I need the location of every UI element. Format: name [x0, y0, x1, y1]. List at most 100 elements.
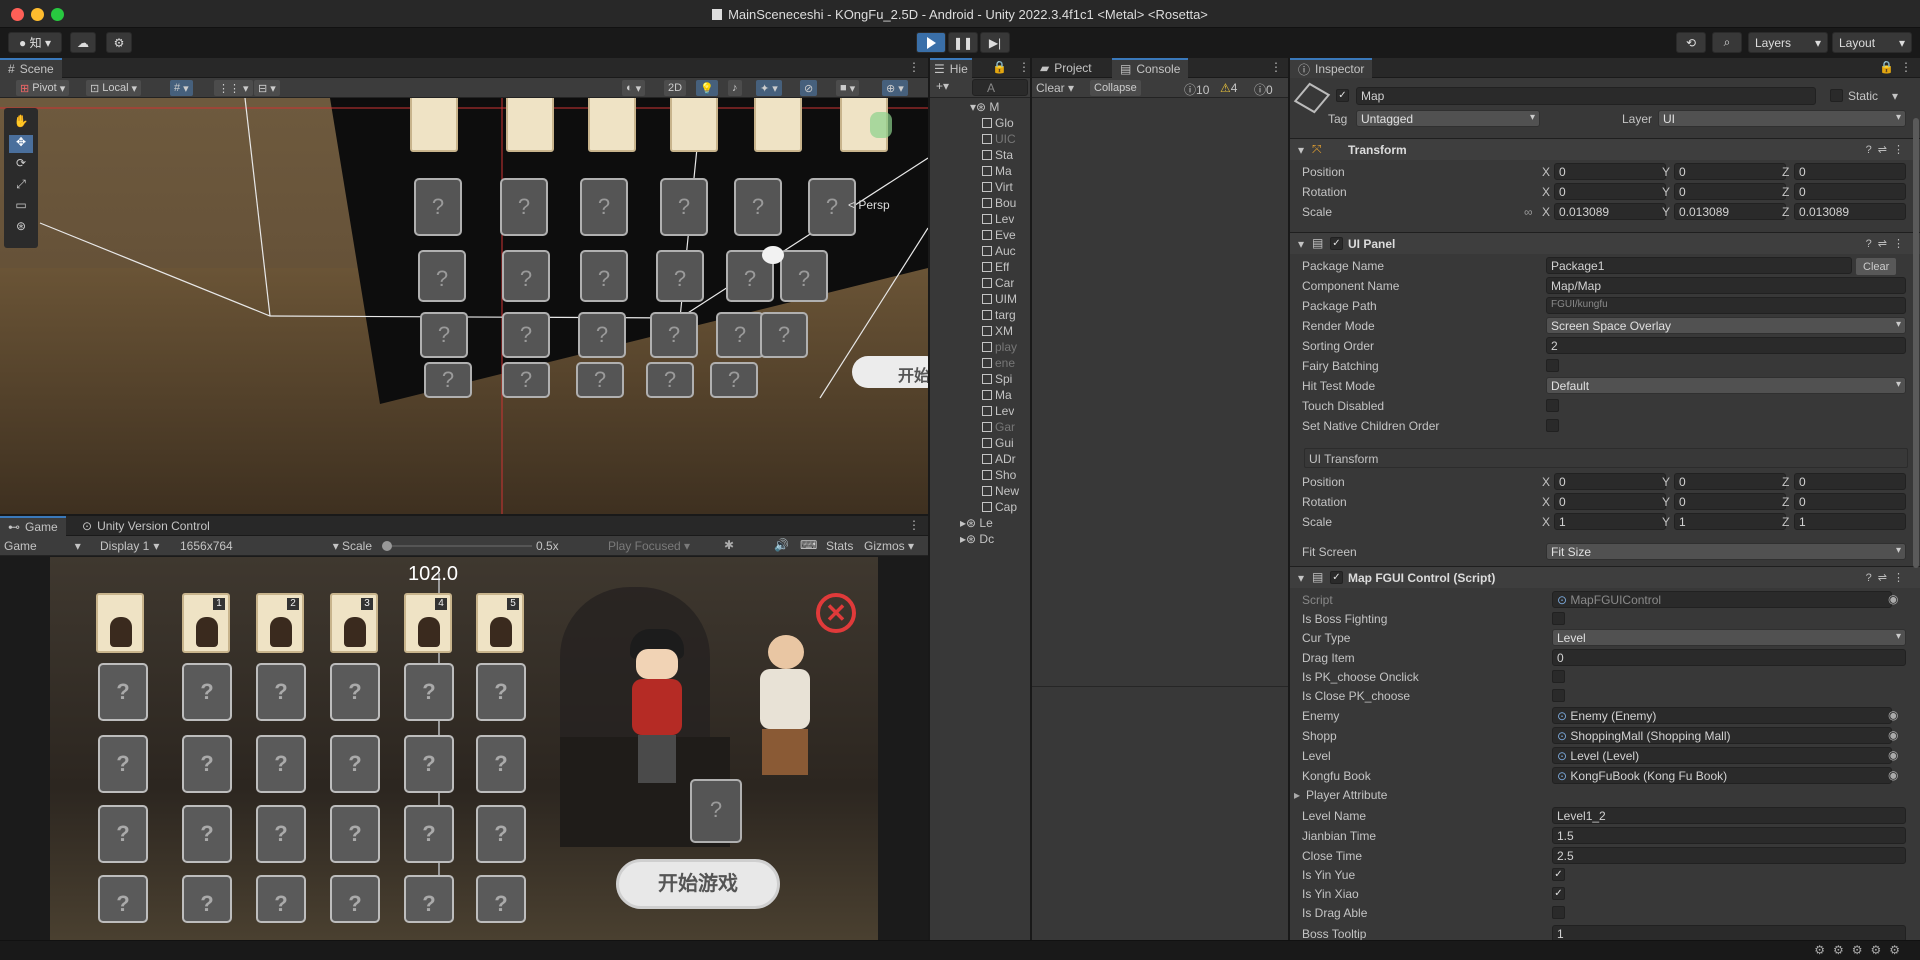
- component-header-icons[interactable]: ?⇌⋮: [1866, 571, 1910, 584]
- tab-project[interactable]: ▰ Project: [1032, 58, 1100, 78]
- text-field[interactable]: 1: [1552, 925, 1906, 940]
- skill-card[interactable]: 2: [256, 593, 304, 653]
- card-slot[interactable]: ?: [404, 663, 454, 721]
- game-view-dropdown[interactable]: Game ▾: [4, 539, 81, 553]
- vector-component-field[interactable]: 0: [1554, 163, 1666, 180]
- hierarchy-item[interactable]: Cap: [982, 500, 1017, 516]
- draw-mode-button[interactable]: ◐ ▾: [622, 80, 646, 96]
- checkbox[interactable]: [1546, 359, 1559, 372]
- card-slot[interactable]: ?: [476, 735, 526, 793]
- vector-component-field[interactable]: 0: [1794, 473, 1906, 490]
- vector-component-field[interactable]: 0: [1794, 163, 1906, 180]
- script-enabled-checkbox[interactable]: ✓: [1330, 571, 1343, 584]
- dropdown[interactable]: Level: [1552, 629, 1906, 646]
- hierarchy-item[interactable]: ▸Auc: [982, 244, 1016, 260]
- play-focused-dropdown[interactable]: Play Focused ▾: [608, 539, 690, 553]
- checkbox[interactable]: [1552, 612, 1565, 625]
- scale-slider-handle[interactable]: [382, 541, 392, 551]
- checkbox[interactable]: [1552, 689, 1565, 702]
- hierarchy-item[interactable]: ADr: [982, 452, 1016, 468]
- card-slot[interactable]: ?: [256, 805, 306, 863]
- skill-card[interactable]: 5: [476, 593, 524, 653]
- scale-slider[interactable]: [382, 541, 532, 551]
- object-picker-icon[interactable]: ◉: [1888, 748, 1898, 762]
- collapse-toggle[interactable]: Collapse: [1090, 80, 1141, 96]
- card-slot[interactable]: ?: [404, 805, 454, 863]
- hierarchy-scene-item[interactable]: ▸⊛ Dc: [960, 532, 994, 548]
- gizmos-dropdown[interactable]: Gizmos ▾: [864, 539, 914, 553]
- local-dropdown[interactable]: ⊡ Local ▾: [86, 80, 142, 96]
- card-slot[interactable]: ?: [330, 875, 380, 923]
- rotate-tool-icon[interactable]: ⟳: [9, 156, 33, 174]
- vector-component-field[interactable]: 0: [1674, 163, 1786, 180]
- persp-label[interactable]: < Persp: [848, 198, 890, 212]
- card-slot[interactable]: ?: [98, 875, 148, 923]
- skill-card[interactable]: 1: [182, 593, 230, 653]
- component-header-icons[interactable]: ?⇌⋮: [1866, 143, 1910, 156]
- gizmos-dropdown[interactable]: ⊕ ▾: [882, 80, 908, 96]
- dropdown[interactable]: Default: [1546, 377, 1906, 394]
- display-dropdown[interactable]: Display 1 ▾: [100, 539, 159, 553]
- card-slot[interactable]: ?: [98, 805, 148, 863]
- account-dropdown[interactable]: ● 知 ▾: [8, 32, 62, 53]
- camera-dropdown[interactable]: ■ ▾: [836, 80, 860, 96]
- hierarchy-scene-item[interactable]: ▸⊛ Le: [960, 516, 993, 532]
- hierarchy-item[interactable]: Virt: [982, 180, 1013, 196]
- card-slot[interactable]: ?: [182, 735, 232, 793]
- search-icon[interactable]: ⌕: [1712, 32, 1742, 53]
- tab-inspector[interactable]: ⓘ Inspector: [1290, 58, 1373, 78]
- vector-component-field[interactable]: 1: [1674, 513, 1786, 530]
- close-icon[interactable]: ✕: [816, 593, 856, 633]
- checkbox[interactable]: [1546, 419, 1559, 432]
- card-slot[interactable]: ?: [98, 663, 148, 721]
- hierarchy-item[interactable]: ▸Car: [982, 276, 1014, 292]
- text-field[interactable]: 1.5: [1552, 827, 1906, 844]
- card-slot[interactable]: ?: [182, 663, 232, 721]
- object-name-field[interactable]: Map: [1356, 87, 1816, 105]
- visibility-toggle[interactable]: ⊘: [800, 80, 818, 96]
- vector-component-field[interactable]: 0: [1554, 183, 1666, 200]
- text-field[interactable]: 0: [1552, 649, 1906, 666]
- hierarchy-item[interactable]: ▸Gar: [982, 420, 1015, 436]
- skill-card[interactable]: 3: [330, 593, 378, 653]
- vector-component-field[interactable]: 0.013089: [1794, 203, 1906, 220]
- keyboard-icon[interactable]: ⌨: [800, 538, 817, 552]
- vector-component-field[interactable]: 0.013089: [1674, 203, 1786, 220]
- play-button[interactable]: [916, 32, 946, 53]
- vector-component-field[interactable]: 0: [1674, 473, 1786, 490]
- object-picker-icon[interactable]: ◉: [1888, 592, 1898, 606]
- tab-hierarchy[interactable]: ☰ Hie: [930, 58, 972, 78]
- more-icon[interactable]: ⋮: [908, 60, 920, 74]
- layout-dropdown[interactable]: Layout ▾: [1832, 32, 1912, 53]
- card-slot[interactable]: ?: [256, 735, 306, 793]
- fit-screen-dropdown[interactable]: Fit Size: [1546, 543, 1906, 560]
- static-checkbox[interactable]: [1830, 89, 1843, 102]
- checkbox[interactable]: ✓: [1552, 868, 1565, 881]
- layer-dropdown[interactable]: UI: [1658, 110, 1906, 127]
- object-field[interactable]: ⊙ MapFGUIControl: [1552, 591, 1892, 608]
- inspector-scrollbar[interactable]: [1913, 118, 1919, 568]
- object-field[interactable]: ⊙ ShoppingMall (Shopping Mall): [1552, 727, 1892, 744]
- grid-snap-button[interactable]: # ▾: [170, 80, 193, 96]
- text-field[interactable]: Map/Map: [1546, 277, 1906, 294]
- card-slot[interactable]: ?: [256, 875, 306, 923]
- hierarchy-item[interactable]: ▸Eff: [982, 260, 1009, 276]
- vector-component-field[interactable]: 0: [1554, 493, 1666, 510]
- bug-icon[interactable]: ✱: [724, 538, 734, 552]
- vector-component-field[interactable]: 0: [1794, 493, 1906, 510]
- error-count-toggle[interactable]: ⓘ0: [1254, 81, 1273, 98]
- object-field[interactable]: ⊙ KongFuBook (Kong Fu Book): [1552, 767, 1892, 784]
- vector-component-field[interactable]: 0.013089: [1554, 203, 1666, 220]
- card-slot[interactable]: ?: [182, 805, 232, 863]
- start-game-button[interactable]: 开始游戏: [616, 859, 780, 909]
- clear-button[interactable]: Clear: [1856, 258, 1897, 275]
- active-checkbox[interactable]: ✓: [1336, 89, 1349, 102]
- hierarchy-root-scene[interactable]: ▾⊛ M: [970, 100, 999, 116]
- object-field[interactable]: ⊙ Enemy (Enemy): [1552, 707, 1892, 724]
- checkbox[interactable]: [1552, 906, 1565, 919]
- tab-game[interactable]: ⊷ Game: [0, 516, 66, 536]
- tab-scene[interactable]: # Scene: [0, 58, 62, 78]
- text-field[interactable]: 2: [1546, 337, 1906, 354]
- component-header-icons[interactable]: ?⇌⋮: [1866, 237, 1910, 250]
- skill-card[interactable]: [96, 593, 144, 653]
